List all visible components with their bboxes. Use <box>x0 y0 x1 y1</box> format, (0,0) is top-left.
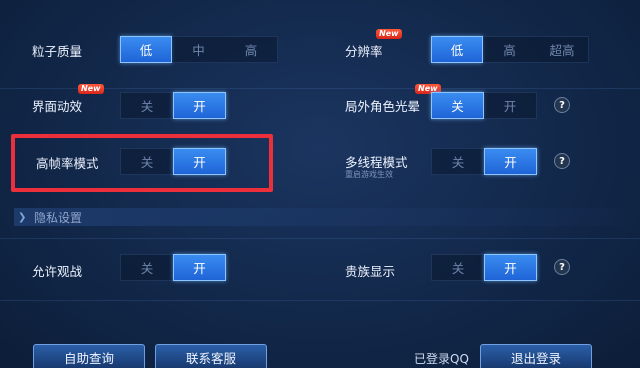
ui-animation-toggle: 关 开 <box>120 92 226 119</box>
noble-display-help-icon[interactable]: ? <box>554 259 570 275</box>
particle-quality-selector: 低 中 高 <box>120 36 278 63</box>
noble-display-option-on[interactable]: 开 <box>484 254 537 281</box>
resolution-selector: 低 高 超高 <box>431 36 589 63</box>
multithread-mode-option-off[interactable]: 关 <box>431 148 484 175</box>
allow-spectate-toggle: 关 开 <box>120 254 226 281</box>
particle-quality-option-low[interactable]: 低 <box>120 36 172 63</box>
resolution-label: 分辨率 <box>345 44 383 59</box>
resolution-option-high[interactable]: 高 <box>483 36 536 63</box>
privacy-section-header: ❯ 隐私设置 <box>14 208 624 226</box>
high-fps-mode-toggle: 关 开 <box>120 148 226 175</box>
ui-animation-label: 界面动效 <box>32 99 83 114</box>
login-status-text: 已登录QQ <box>414 352 469 366</box>
logout-button[interactable]: 退出登录 <box>480 344 592 368</box>
high-fps-mode-label: 高帧率模式 <box>36 156 99 171</box>
multithread-mode-help-icon[interactable]: ? <box>554 153 570 169</box>
resolution-new-badge: New <box>376 29 402 39</box>
outer-glow-option-on[interactable]: 开 <box>484 92 537 119</box>
multithread-mode-option-on[interactable]: 开 <box>484 148 537 175</box>
ui-animation-option-off[interactable]: 关 <box>120 92 173 119</box>
chevron-right-icon: ❯ <box>18 211 27 223</box>
noble-display-option-off[interactable]: 关 <box>431 254 484 281</box>
allow-spectate-option-off[interactable]: 关 <box>120 254 173 281</box>
contact-service-button[interactable]: 联系客服 <box>155 344 267 368</box>
particle-quality-label: 粒子质量 <box>32 44 83 59</box>
privacy-section-title: 隐私设置 <box>34 210 83 225</box>
self-service-button[interactable]: 自助查询 <box>33 344 145 368</box>
allow-spectate-label: 允许观战 <box>32 264 83 279</box>
high-fps-mode-option-on[interactable]: 开 <box>173 148 226 175</box>
multithread-mode-sublabel: 重启游戏生效 <box>345 170 393 179</box>
ui-animation-new-badge: New <box>78 84 104 94</box>
outer-glow-toggle: 关 开 <box>431 92 537 119</box>
noble-display-toggle: 关 开 <box>431 254 537 281</box>
outer-glow-label: 局外角色光晕 <box>345 99 421 114</box>
allow-spectate-option-on[interactable]: 开 <box>173 254 226 281</box>
particle-quality-option-medium[interactable]: 中 <box>172 36 225 63</box>
particle-quality-option-high[interactable]: 高 <box>225 36 278 63</box>
ui-animation-option-on[interactable]: 开 <box>173 92 226 119</box>
outer-glow-option-off[interactable]: 关 <box>431 92 484 119</box>
resolution-option-ultra[interactable]: 超高 <box>536 36 589 63</box>
high-fps-mode-option-off[interactable]: 关 <box>120 148 173 175</box>
multithread-mode-toggle: 关 开 <box>431 148 537 175</box>
resolution-option-low[interactable]: 低 <box>431 36 483 63</box>
noble-display-label: 贵族显示 <box>345 264 396 279</box>
outer-glow-help-icon[interactable]: ? <box>554 97 570 113</box>
